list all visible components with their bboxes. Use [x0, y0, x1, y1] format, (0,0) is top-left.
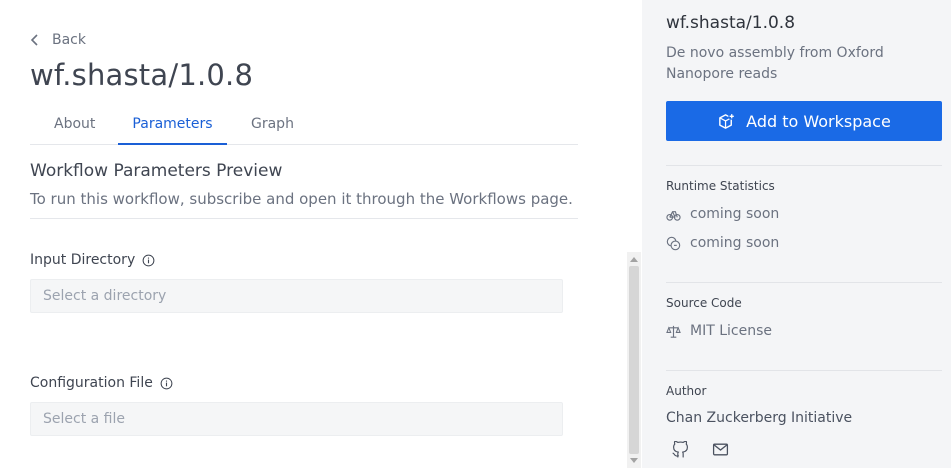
runtime-item: coming soon [666, 235, 779, 251]
section-divider [30, 218, 578, 219]
sidebar-divider [666, 282, 942, 283]
add-to-workspace-button[interactable]: Add to Workspace [666, 101, 942, 141]
details-sidebar: wf.shasta/1.0.8 De novo assembly from Ox… [642, 0, 951, 468]
runtime-heading: Runtime Statistics [666, 179, 775, 193]
coins-icon [666, 236, 681, 250]
input-directory-field[interactable]: Select a directory [30, 279, 563, 313]
scroll-up-arrow-icon[interactable] [627, 252, 641, 266]
sidebar-divider [666, 165, 942, 166]
github-icon[interactable] [672, 440, 689, 458]
author-name: Chan Zuckerberg Initiative [666, 410, 853, 426]
scale-icon [666, 325, 681, 338]
author-heading: Author [666, 384, 707, 398]
sidebar-divider [666, 370, 942, 371]
author-links [672, 440, 729, 458]
runtime-item: coming soon [666, 206, 779, 222]
scroll-thumb[interactable] [629, 266, 639, 454]
add-cube-icon [719, 112, 736, 129]
license-item: MIT License [666, 323, 772, 339]
scroll-down-arrow-icon[interactable] [627, 454, 641, 468]
configuration-file-label: Configuration File [30, 375, 173, 391]
configuration-file-label-text: Configuration File [30, 375, 153, 391]
input-directory-placeholder: Select a directory [43, 288, 167, 304]
preview-title: Workflow Parameters Preview [30, 161, 283, 181]
main-panel: Back wf.shasta/1.0.8 About Parameters Gr… [0, 0, 642, 468]
workflow-description: De novo assembly from Oxford Nanopore re… [666, 45, 884, 82]
page-title: wf.shasta/1.0.8 [30, 58, 254, 92]
configuration-file-field[interactable]: Select a file [30, 402, 563, 436]
source-code-heading: Source Code [666, 296, 742, 310]
preview-subtitle: To run this workflow, subscribe and open… [30, 190, 573, 208]
back-link[interactable]: Back [30, 30, 86, 50]
tab-about[interactable]: About [54, 108, 95, 145]
configuration-file-placeholder: Select a file [43, 411, 125, 427]
back-label: Back [52, 32, 86, 48]
input-directory-label: Input Directory [30, 252, 155, 268]
runtime-item-text: coming soon [690, 235, 780, 251]
sidebar-title: wf.shasta/1.0.8 [666, 13, 796, 33]
bicycle-icon [666, 210, 681, 221]
input-directory-label-text: Input Directory [30, 252, 136, 268]
add-to-workspace-label: Add to Workspace [746, 111, 891, 131]
runtime-item-text: coming soon [690, 206, 780, 222]
tab-graph[interactable]: Graph [251, 108, 294, 145]
info-icon[interactable] [142, 254, 155, 267]
tab-bar: About Parameters Graph [30, 108, 578, 145]
scrollbar[interactable] [627, 252, 641, 468]
license-text: MIT License [690, 323, 772, 339]
info-icon[interactable] [160, 377, 173, 390]
chevron-left-icon [30, 34, 38, 46]
mail-icon[interactable] [712, 441, 729, 458]
tab-parameters[interactable]: Parameters [118, 108, 227, 145]
